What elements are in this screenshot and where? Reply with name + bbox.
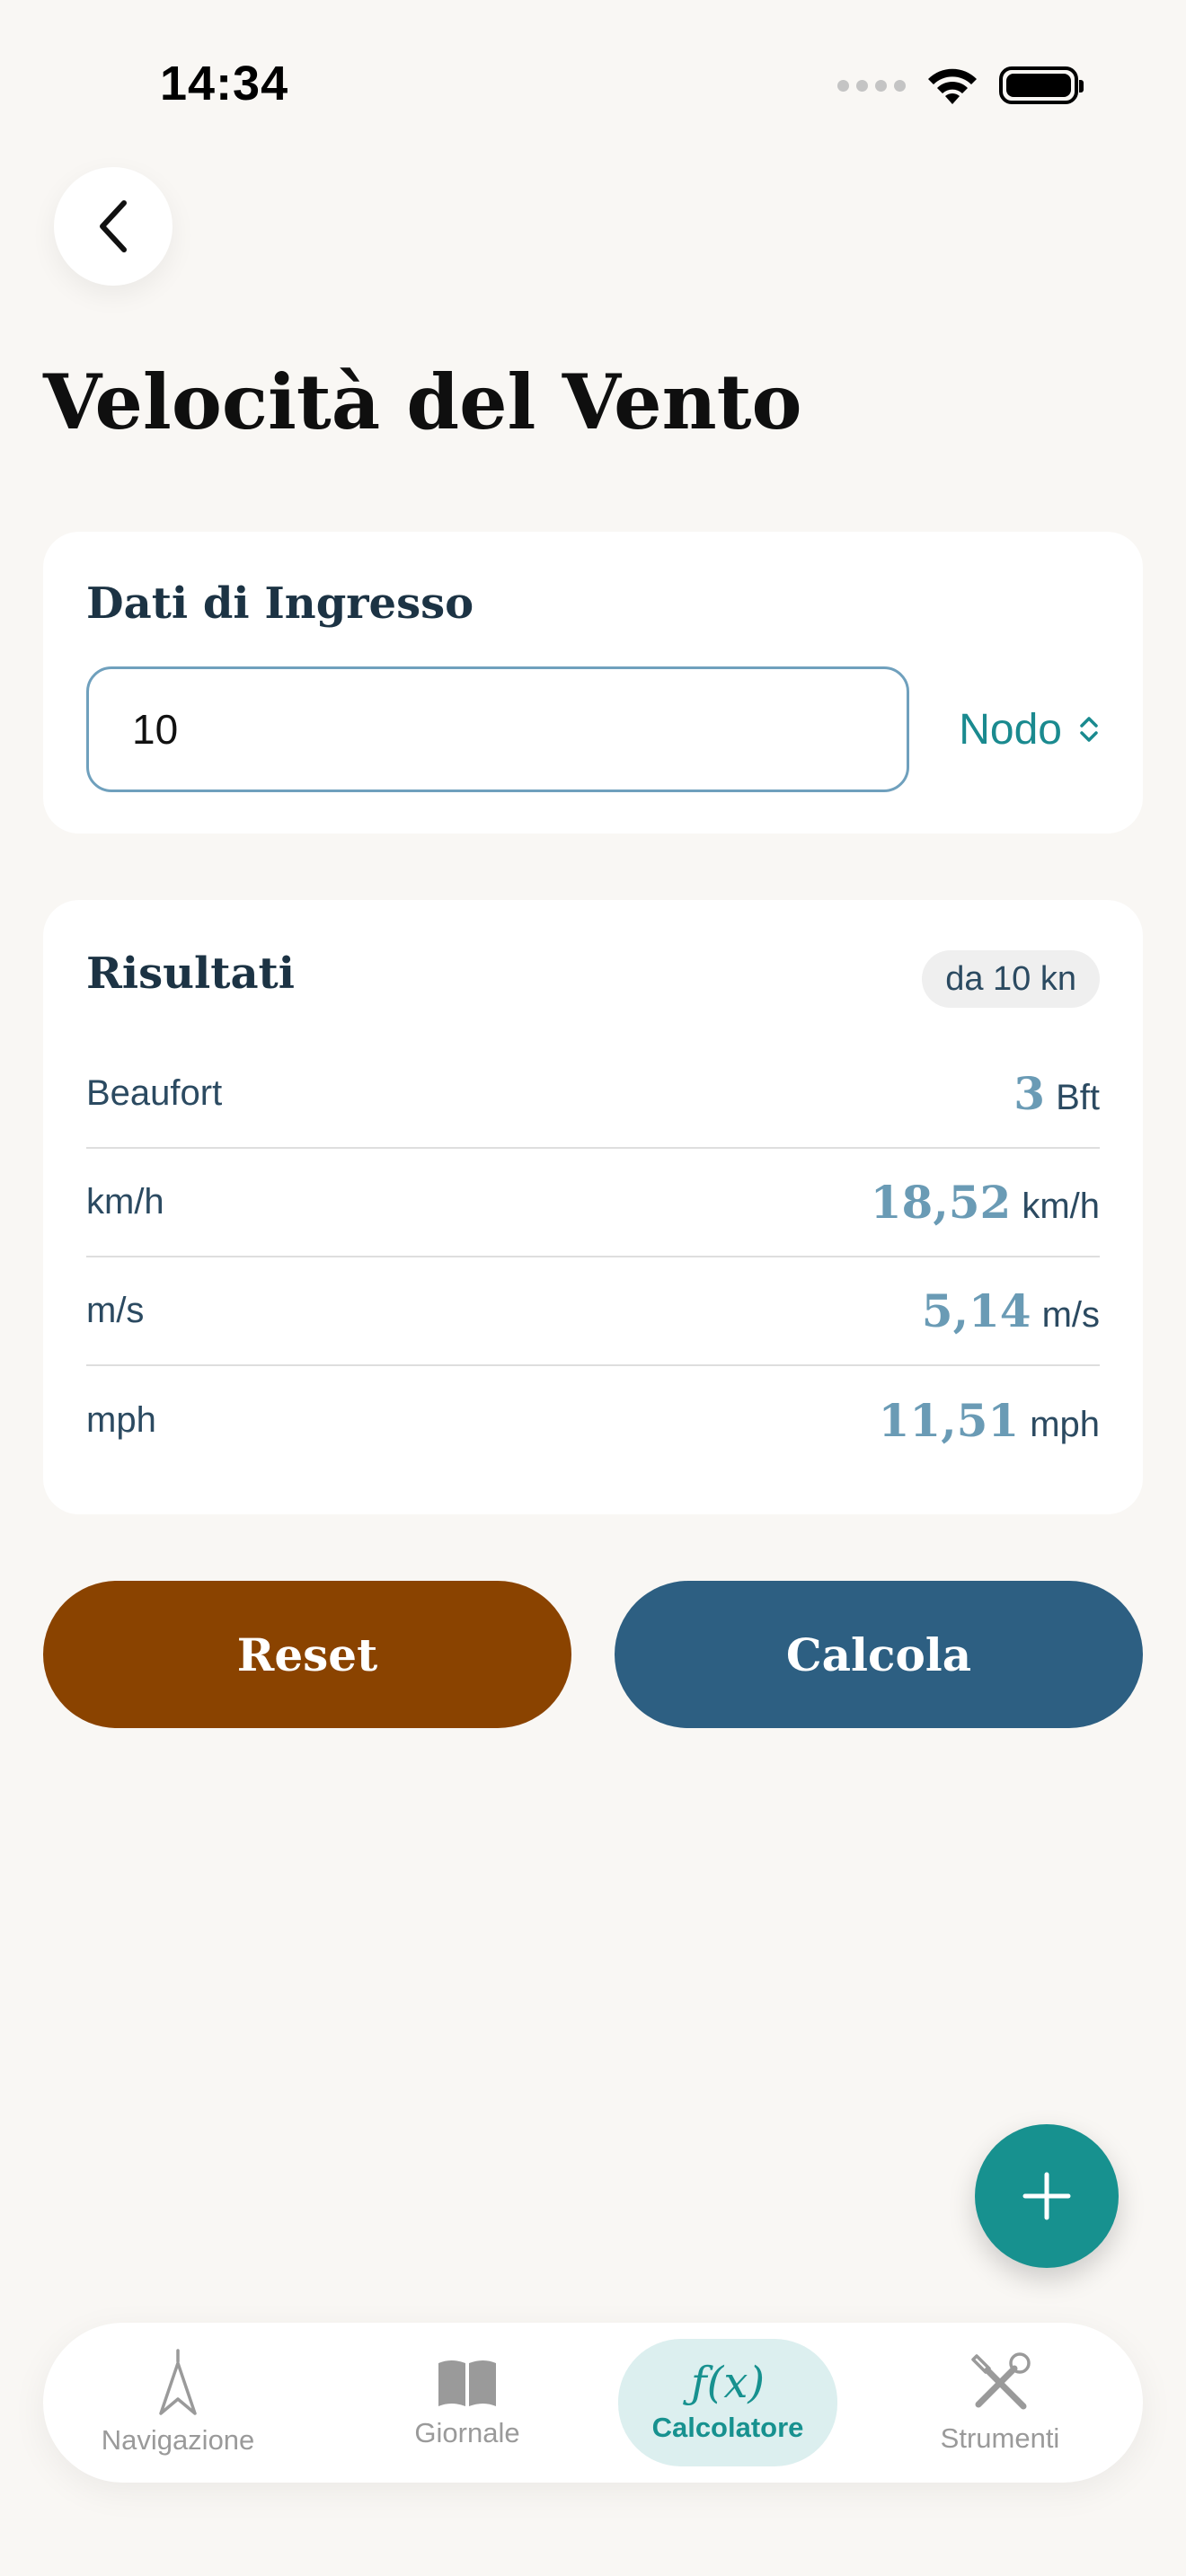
cellular-signal-icon <box>837 79 906 92</box>
back-button[interactable] <box>54 167 173 286</box>
result-unit: km/h <box>1022 1187 1100 1226</box>
result-row-ms: m/s 5,14 m/s <box>86 1257 1100 1366</box>
wifi-icon <box>928 68 977 104</box>
results-card: Risultati da 10 kn Beaufort 3 Bft km/h 1… <box>43 900 1143 1514</box>
tab-giornale[interactable]: Giornale <box>385 2339 550 2466</box>
tab-label: Giornale <box>414 2417 520 2448</box>
status-icons <box>837 65 1084 106</box>
calculate-button[interactable]: Calcola <box>615 1581 1143 1728</box>
result-label: mph <box>86 1400 156 1440</box>
tab-strumenti[interactable]: Strumenti <box>915 2339 1085 2466</box>
speed-input[interactable] <box>86 666 909 792</box>
tab-navigazione[interactable]: Navigazione <box>95 2339 261 2466</box>
book-icon <box>438 2360 496 2406</box>
result-value: 5,14 m/s <box>922 1284 1100 1337</box>
result-value: 3 Bft <box>1013 1067 1100 1120</box>
tab-bar: Navigazione Giornale ƒ(x) Calcolatore St… <box>43 2323 1143 2483</box>
status-time: 14:34 <box>160 57 289 110</box>
result-unit: mph <box>1030 1405 1100 1444</box>
chevron-left-icon <box>100 200 127 252</box>
tab-label: Calcolatore <box>651 2412 804 2443</box>
tab-calcolatore[interactable]: ƒ(x) Calcolatore <box>618 2339 837 2466</box>
plus-icon <box>1022 2172 1071 2220</box>
unit-select[interactable]: Nodo <box>959 695 1100 763</box>
result-label: km/h <box>86 1182 164 1222</box>
input-card-title: Dati di Ingresso <box>86 578 474 629</box>
unit-select-label: Nodo <box>959 705 1062 754</box>
tab-label: Strumenti <box>940 2422 1060 2454</box>
result-number: 3 <box>1013 1067 1046 1120</box>
chevron-up-down-icon <box>1080 717 1098 742</box>
results-list: Beaufort 3 Bft km/h 18,52 km/h m/s 5,14 … <box>86 1040 1100 1475</box>
result-row-mph: mph 11,51 mph <box>86 1366 1100 1475</box>
status-bar: 14:34 <box>0 0 1186 171</box>
result-number: 18,52 <box>870 1176 1012 1229</box>
battery-icon <box>999 66 1084 104</box>
compass-icon <box>159 2349 197 2415</box>
function-icon: ƒ(x) <box>690 2358 766 2408</box>
result-unit: Bft <box>1056 1078 1100 1117</box>
result-number: 11,51 <box>878 1394 1020 1447</box>
tab-label: Navigazione <box>101 2424 255 2456</box>
add-fab-button[interactable] <box>975 2124 1119 2268</box>
input-card: Dati di Ingresso Nodo <box>43 532 1143 834</box>
result-row-beaufort: Beaufort 3 Bft <box>86 1040 1100 1149</box>
reset-button[interactable]: Reset <box>43 1581 571 1728</box>
result-label: m/s <box>86 1291 145 1330</box>
result-row-kmh: km/h 18,52 km/h <box>86 1149 1100 1257</box>
results-card-title: Risultati <box>86 948 295 999</box>
source-badge: da 10 kn <box>922 950 1100 1008</box>
result-number: 5,14 <box>921 1284 1031 1337</box>
result-unit: m/s <box>1041 1295 1100 1335</box>
result-value: 11,51 mph <box>879 1394 1100 1447</box>
tools-icon <box>971 2352 1031 2410</box>
result-label: Beaufort <box>86 1073 223 1113</box>
page-title: Velocità del Vento <box>43 357 802 446</box>
result-value: 18,52 km/h <box>871 1176 1100 1229</box>
